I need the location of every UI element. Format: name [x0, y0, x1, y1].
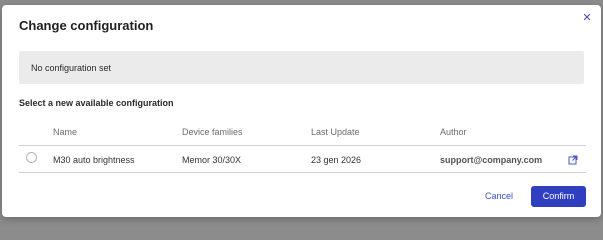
- configuration-table: Name Device families Last Update Author …: [19, 123, 586, 173]
- header-name: Name: [53, 127, 78, 137]
- close-icon[interactable]: ✕: [581, 12, 593, 24]
- section-label: Select a new available configuration: [19, 98, 174, 108]
- header-author: Author: [440, 127, 467, 137]
- external-link-icon[interactable]: [568, 152, 578, 165]
- row-author: support@company.com: [440, 155, 543, 165]
- header-device-families: Device families: [182, 127, 243, 137]
- current-configuration-text: No configuration set: [31, 63, 112, 73]
- dialog-title: Change configuration: [19, 18, 154, 33]
- cancel-button[interactable]: Cancel: [478, 187, 520, 205]
- confirm-button[interactable]: Confirm: [531, 186, 586, 207]
- change-configuration-dialog: Change configuration ✕ No configuration …: [2, 5, 601, 217]
- table-header: Name Device families Last Update Author: [19, 123, 586, 146]
- row-name: M30 auto brightness: [53, 155, 135, 165]
- row-device-families: Memor 30/30X: [182, 155, 242, 165]
- current-configuration-box: No configuration set: [19, 51, 584, 84]
- row-last-update: 23 gen 2026: [311, 155, 362, 165]
- table-row[interactable]: M30 auto brightness Memor 30/30X 23 gen …: [19, 146, 586, 173]
- row-radio-button[interactable]: [26, 152, 37, 163]
- header-last-update: Last Update: [311, 127, 360, 137]
